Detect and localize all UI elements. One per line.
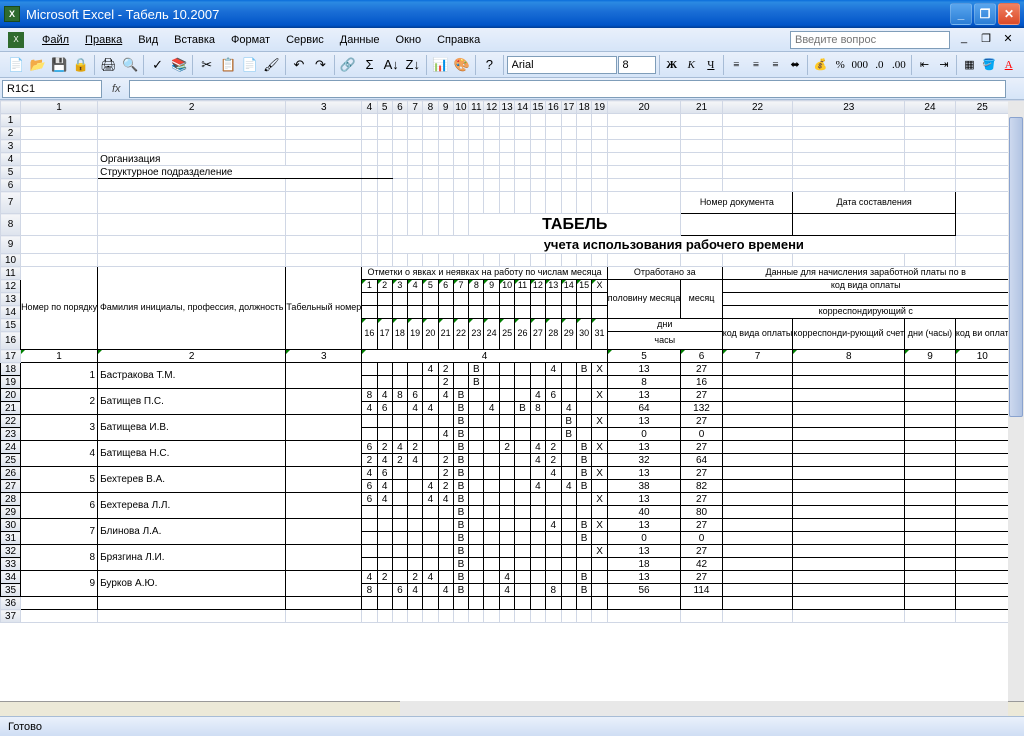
horizontal-scrollbar[interactable]	[400, 701, 1008, 716]
dec-inc-icon[interactable]: .0	[870, 55, 889, 75]
copy-icon[interactable]: 📋	[218, 54, 239, 76]
maximize-button[interactable]: ❐	[974, 3, 996, 25]
menu-help[interactable]: Справка	[429, 32, 488, 48]
comma-icon[interactable]: 000	[850, 55, 869, 75]
doc-minimize-button[interactable]: _	[956, 32, 972, 48]
underline-button[interactable]: Ч	[702, 55, 721, 75]
borders-icon[interactable]: ▦	[960, 55, 979, 75]
menu-data[interactable]: Данные	[332, 32, 388, 48]
standard-toolbar: 📄 📂 💾 🔒 🖨 🔍 ✓ 📚 ✂ 📋 📄 🖌 ↶ ↷ 🔗 Σ A↓ Z↓ 📊 …	[0, 52, 1024, 78]
worksheet-area[interactable]: 1234567891011121314151617181920212223242…	[0, 100, 1024, 701]
menu-edit[interactable]: Правка	[77, 32, 130, 48]
align-right-icon[interactable]: ≡	[766, 55, 785, 75]
open-icon[interactable]: 📂	[28, 54, 49, 76]
merge-icon[interactable]: ⬌	[786, 55, 805, 75]
permission-icon[interactable]: 🔒	[71, 54, 92, 76]
redo-icon[interactable]: ↷	[310, 54, 331, 76]
menu-file[interactable]: Файл	[34, 32, 77, 48]
menu-insert[interactable]: Вставка	[166, 32, 223, 48]
research-icon[interactable]: 📚	[169, 54, 190, 76]
font-color-icon[interactable]: A	[999, 55, 1018, 75]
fill-color-icon[interactable]: 🪣	[980, 55, 999, 75]
dec-dec-icon[interactable]: .00	[890, 55, 909, 75]
save-icon[interactable]: 💾	[49, 54, 70, 76]
fx-icon[interactable]: fx	[112, 83, 121, 95]
bold-button[interactable]: Ж	[662, 55, 681, 75]
preview-icon[interactable]: 🔍	[120, 54, 141, 76]
window-title: Microsoft Excel - Табель 10.2007	[26, 7, 950, 22]
formula-bar: fx	[0, 78, 1024, 100]
doc-close-button[interactable]: ✕	[1000, 32, 1016, 48]
titlebar: X Microsoft Excel - Табель 10.2007 _ ❐ ✕	[0, 0, 1024, 28]
cut-icon[interactable]: ✂	[196, 54, 217, 76]
sort-asc-icon[interactable]: A↓	[381, 54, 402, 76]
doc-icon[interactable]: X	[8, 32, 24, 48]
excel-icon: X	[4, 6, 20, 22]
currency-icon[interactable]: 💰	[811, 55, 830, 75]
spell-icon[interactable]: ✓	[147, 54, 168, 76]
sort-desc-icon[interactable]: Z↓	[402, 54, 423, 76]
format-painter-icon[interactable]: 🖌	[261, 54, 282, 76]
drawing-icon[interactable]: 🎨	[452, 54, 473, 76]
worksheet-grid[interactable]: 1234567891011121314151617181920212223242…	[0, 100, 1024, 623]
status-ready: Готово	[8, 721, 42, 733]
print-icon[interactable]: 🖨	[98, 54, 119, 76]
doc-restore-button[interactable]: ❐	[978, 32, 994, 48]
close-button[interactable]: ✕	[998, 3, 1020, 25]
undo-icon[interactable]: ↶	[289, 54, 310, 76]
paste-icon[interactable]: 📄	[240, 54, 261, 76]
indent-dec-icon[interactable]: ⇤	[915, 55, 934, 75]
ask-input[interactable]	[790, 31, 950, 49]
menu-format[interactable]: Формат	[223, 32, 278, 48]
indent-inc-icon[interactable]: ⇥	[935, 55, 954, 75]
name-box[interactable]	[2, 80, 102, 98]
statusbar: Готово	[0, 716, 1024, 736]
menu-tools[interactable]: Сервис	[278, 32, 332, 48]
menu-window[interactable]: Окно	[388, 32, 430, 48]
italic-button[interactable]: К	[682, 55, 701, 75]
align-left-icon[interactable]: ≡	[727, 55, 746, 75]
font-name-input[interactable]	[507, 56, 617, 74]
autosum-icon[interactable]: Σ	[359, 54, 380, 76]
hyperlink-icon[interactable]: 🔗	[338, 54, 359, 76]
menubar: X Файл Правка Вид Вставка Формат Сервис …	[0, 28, 1024, 52]
percent-icon[interactable]: %	[831, 55, 850, 75]
font-size-input[interactable]	[618, 56, 656, 74]
formula-input[interactable]	[129, 80, 1006, 98]
align-center-icon[interactable]: ≡	[747, 55, 766, 75]
new-icon[interactable]: 📄	[6, 54, 27, 76]
chart-icon[interactable]: 📊	[430, 54, 451, 76]
minimize-button[interactable]: _	[950, 3, 972, 25]
help-icon[interactable]: ?	[479, 54, 500, 76]
vertical-scrollbar[interactable]	[1008, 101, 1024, 701]
menu-view[interactable]: Вид	[130, 32, 166, 48]
